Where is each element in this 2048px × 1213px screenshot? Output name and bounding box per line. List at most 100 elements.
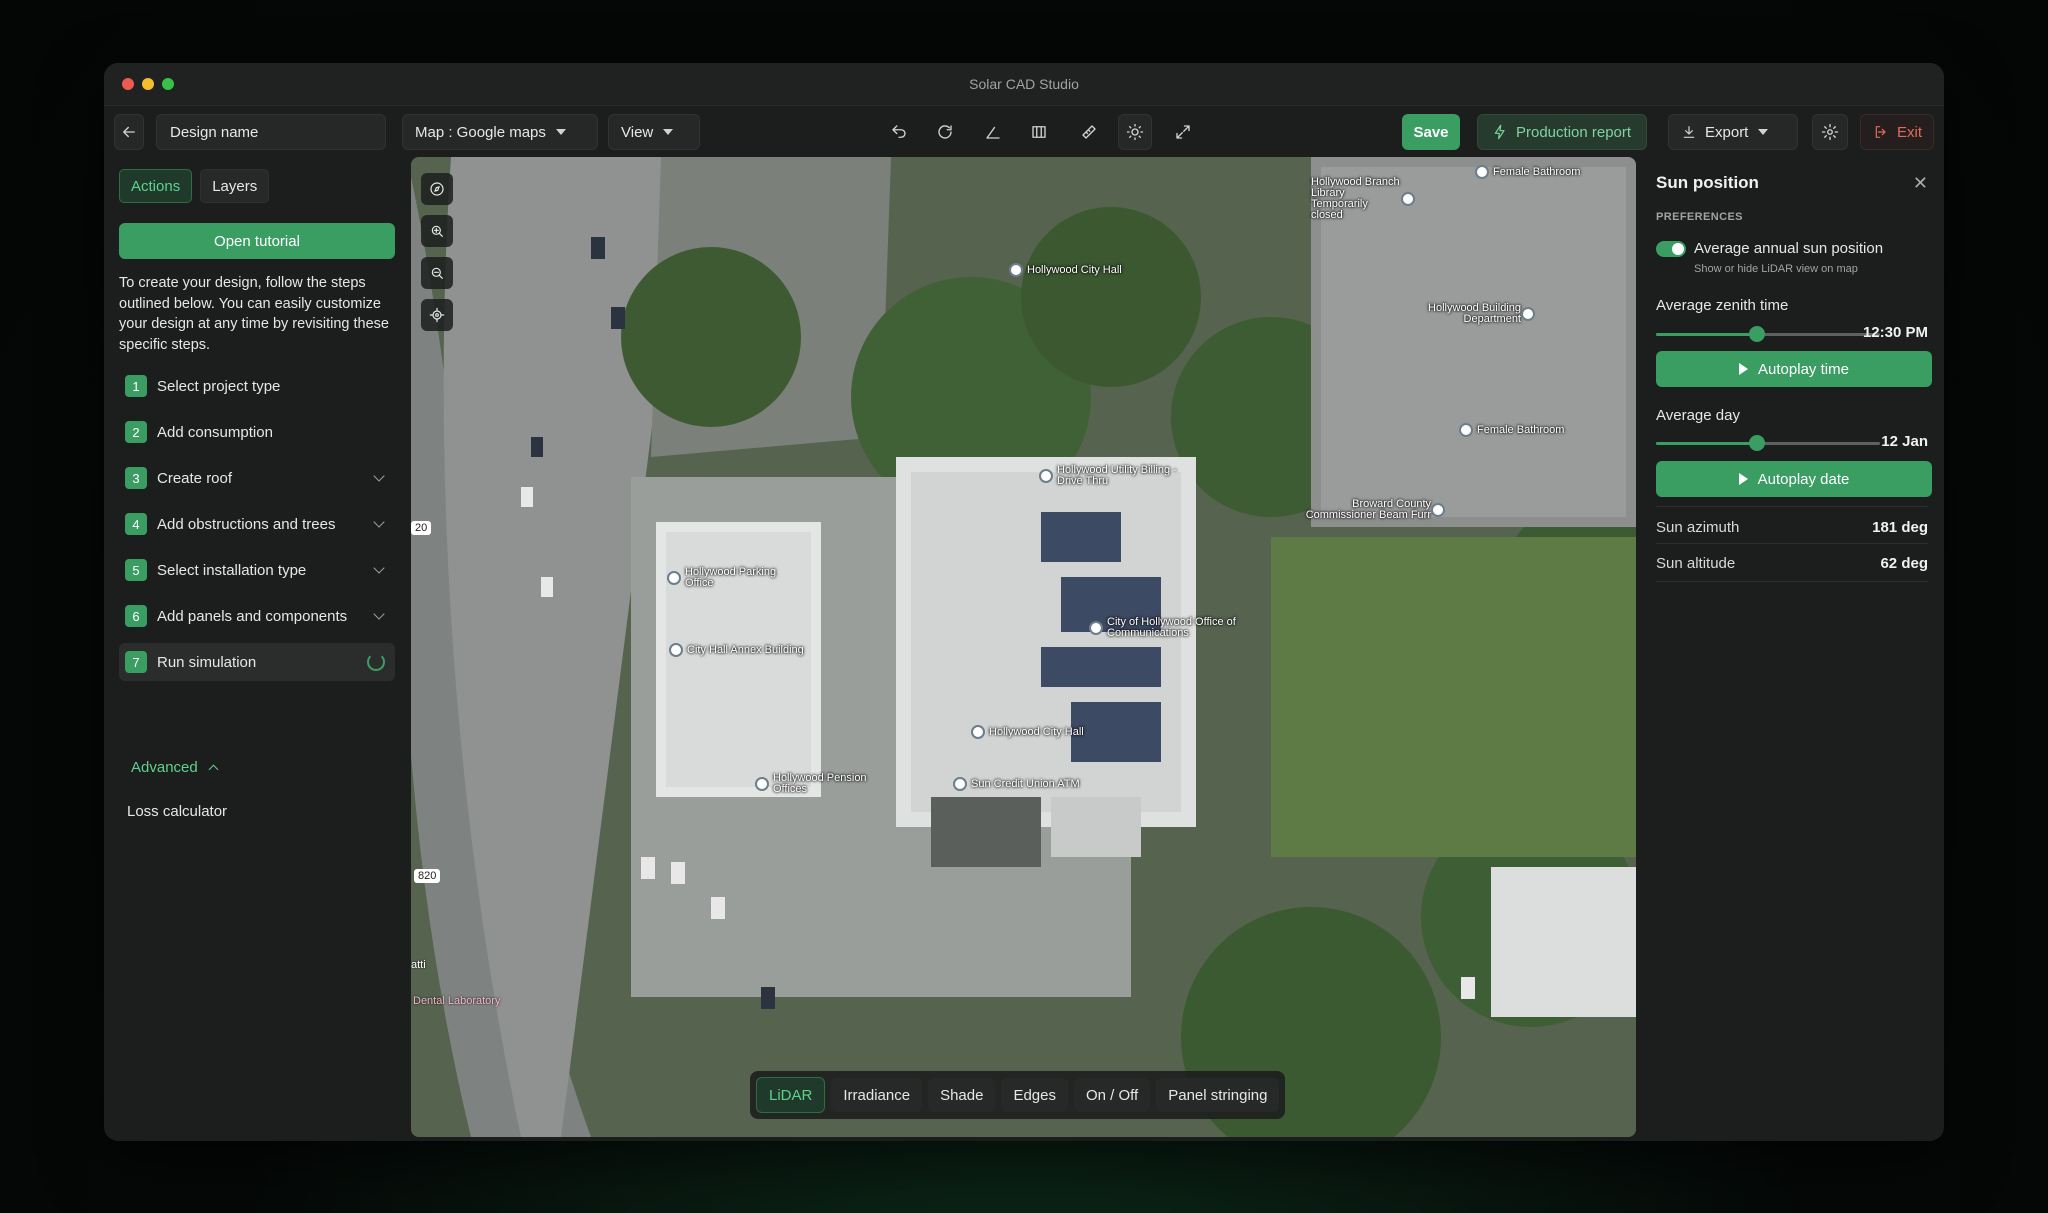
toggle-description: Show or hide LiDAR view on map — [1694, 263, 1858, 275]
poi-office-of-communications[interactable]: City of Hollywood Office of Communicatio… — [1089, 617, 1239, 639]
poi-label: Female Bathroom — [1477, 423, 1565, 436]
exit-button[interactable]: Exit — [1860, 114, 1934, 150]
sun-icon — [1126, 123, 1144, 141]
slider-thumb[interactable] — [1748, 326, 1765, 342]
design-steps: 1 Select project type 2 Add consumption … — [119, 367, 395, 689]
panel-tabs: Actions Layers — [119, 169, 270, 203]
advanced-toggle[interactable]: Advanced — [131, 759, 219, 776]
download-icon — [1683, 126, 1695, 138]
poi-female-bathroom-2[interactable]: Female Bathroom — [1459, 423, 1564, 437]
slider-thumb[interactable] — [1748, 435, 1765, 451]
poi-female-bathroom-1[interactable]: Female Bathroom — [1475, 165, 1580, 179]
angle-tool-button[interactable] — [976, 114, 1010, 150]
poi-label: City Hall Annex Building — [687, 643, 804, 656]
poi-branch-library[interactable]: Hollywood Branch Library Temporarily clo… — [1311, 177, 1421, 221]
average-day-slider[interactable] — [1656, 435, 1880, 451]
poi-building-department[interactable]: Hollywood Building Department — [1411, 303, 1541, 325]
satellite-map[interactable]: Hollywood Branch Library Temporarily clo… — [411, 157, 1636, 1137]
layer-toolbar: LiDAR Irradiance Shade Edges On / Off Pa… — [750, 1071, 1286, 1119]
map-select[interactable]: Map : Google maps — [402, 114, 598, 150]
toolbar: Design name Map : Google maps View Save … — [104, 105, 1944, 161]
open-tutorial-button[interactable]: Open tutorial — [119, 223, 395, 259]
step-number: 1 — [125, 375, 147, 397]
poi-broward-county[interactable]: Broward County Commissioner Beam Furr — [1301, 499, 1451, 521]
step-select-installation-type[interactable]: 5 Select installation type — [119, 551, 395, 589]
arrow-left-icon — [123, 126, 135, 138]
compass-button[interactable] — [421, 173, 453, 205]
poi-label: Hollywood Utility Billing - Drive Thru — [1057, 464, 1177, 487]
close-icon[interactable]: ✕ — [1913, 173, 1928, 194]
layer-shade-button[interactable]: Shade — [928, 1078, 996, 1112]
app-window: Solar CAD Studio Design name Map : Googl… — [104, 63, 1944, 1141]
play-icon — [1738, 473, 1748, 485]
settings-button[interactable] — [1812, 114, 1848, 150]
window-title: Solar CAD Studio — [969, 76, 1079, 92]
map-icon — [1032, 126, 1046, 138]
poi-parking-office[interactable]: Hollywood Parking Office — [667, 567, 787, 589]
poi-city-hall-annex[interactable]: City Hall Annex Building — [669, 643, 804, 657]
layer-lidar-button[interactable]: LiDAR — [756, 1077, 826, 1113]
poi-label: Sun Credit Union ATM — [971, 777, 1080, 790]
undo-icon — [892, 125, 906, 138]
layer-irradiance-button[interactable]: Irradiance — [831, 1078, 923, 1112]
poi-label: Hollywood Parking Office — [685, 566, 777, 589]
sun-azimuth-value: 181 deg — [1872, 519, 1928, 536]
ruler-tool-button[interactable] — [1072, 114, 1106, 150]
step-select-project-type[interactable]: 1 Select project type — [119, 367, 395, 405]
step-number: 4 — [125, 513, 147, 535]
poi-city-hall-2[interactable]: Hollywood City Hall — [971, 725, 1084, 739]
export-label: Export — [1705, 123, 1749, 141]
design-name-input[interactable]: Design name — [156, 114, 386, 150]
autoplay-date-label: Autoplay date — [1757, 470, 1850, 488]
production-report-button[interactable]: Production report — [1477, 114, 1647, 150]
sun-position-panel: Sun position ✕ PREFERENCES Average annua… — [1636, 161, 1944, 1141]
divider — [1656, 543, 1928, 544]
zoom-out-button[interactable] — [421, 257, 453, 289]
poi-label: Broward County Commissioner Beam Furr — [1305, 498, 1431, 521]
tab-actions[interactable]: Actions — [119, 169, 193, 203]
poi-pension-offices[interactable]: Hollywood Pension Offices — [755, 773, 875, 795]
map-panel-button[interactable] — [1022, 114, 1056, 150]
step-add-panels[interactable]: 6 Add panels and components — [119, 597, 395, 635]
slider-fill — [1656, 442, 1757, 445]
design-name-text: Design name — [170, 123, 259, 141]
expand-icon — [1176, 125, 1190, 139]
step-number: 6 — [125, 605, 147, 627]
average-sun-toggle[interactable] — [1656, 241, 1686, 257]
step-create-roof[interactable]: 3 Create roof — [119, 459, 395, 497]
compass-icon — [430, 182, 444, 196]
sun-position-button[interactable] — [1118, 114, 1152, 150]
zenith-time-slider[interactable] — [1656, 326, 1880, 342]
zoom-in-icon — [431, 225, 443, 237]
poi-sun-credit-union[interactable]: Sun Credit Union ATM — [953, 777, 1080, 791]
poi-city-hall-1[interactable]: Hollywood City Hall — [1009, 263, 1122, 277]
advanced-label: Advanced — [131, 759, 198, 776]
view-select[interactable]: View — [608, 114, 700, 150]
poi-label: Hollywood Building Department — [1428, 302, 1521, 325]
redo-button[interactable] — [928, 114, 962, 150]
tab-layers[interactable]: Layers — [200, 169, 270, 203]
fullscreen-button[interactable] — [1166, 114, 1200, 150]
layer-panel-stringing-button[interactable]: Panel stringing — [1156, 1078, 1280, 1112]
save-button[interactable]: Save — [1402, 114, 1460, 150]
locate-button[interactable] — [421, 299, 453, 331]
map-pin-icon — [1459, 423, 1473, 437]
divider — [1656, 581, 1928, 582]
step-add-consumption[interactable]: 2 Add consumption — [119, 413, 395, 451]
autoplay-time-button[interactable]: Autoplay time — [1656, 351, 1932, 387]
poi-utility-billing[interactable]: Hollywood Utility Billing - Drive Thru — [1039, 465, 1179, 487]
undo-button[interactable] — [882, 114, 916, 150]
layer-edges-button[interactable]: Edges — [1001, 1078, 1068, 1112]
loss-calculator-link[interactable]: Loss calculator — [127, 803, 227, 820]
export-button[interactable]: Export — [1668, 114, 1798, 150]
zoom-in-button[interactable] — [421, 215, 453, 247]
map-pin-icon — [1039, 469, 1053, 483]
step-add-obstructions[interactable]: 4 Add obstructions and trees — [119, 505, 395, 543]
map-pin-icon — [971, 725, 985, 739]
autoplay-date-button[interactable]: Autoplay date — [1656, 461, 1932, 497]
back-button[interactable] — [114, 114, 144, 150]
map-pin-icon — [1089, 621, 1103, 635]
step-run-simulation[interactable]: 7 Run simulation — [119, 643, 395, 681]
layer-on-off-button[interactable]: On / Off — [1073, 1078, 1151, 1112]
zenith-time-value: 12:30 PM — [1862, 324, 1928, 341]
